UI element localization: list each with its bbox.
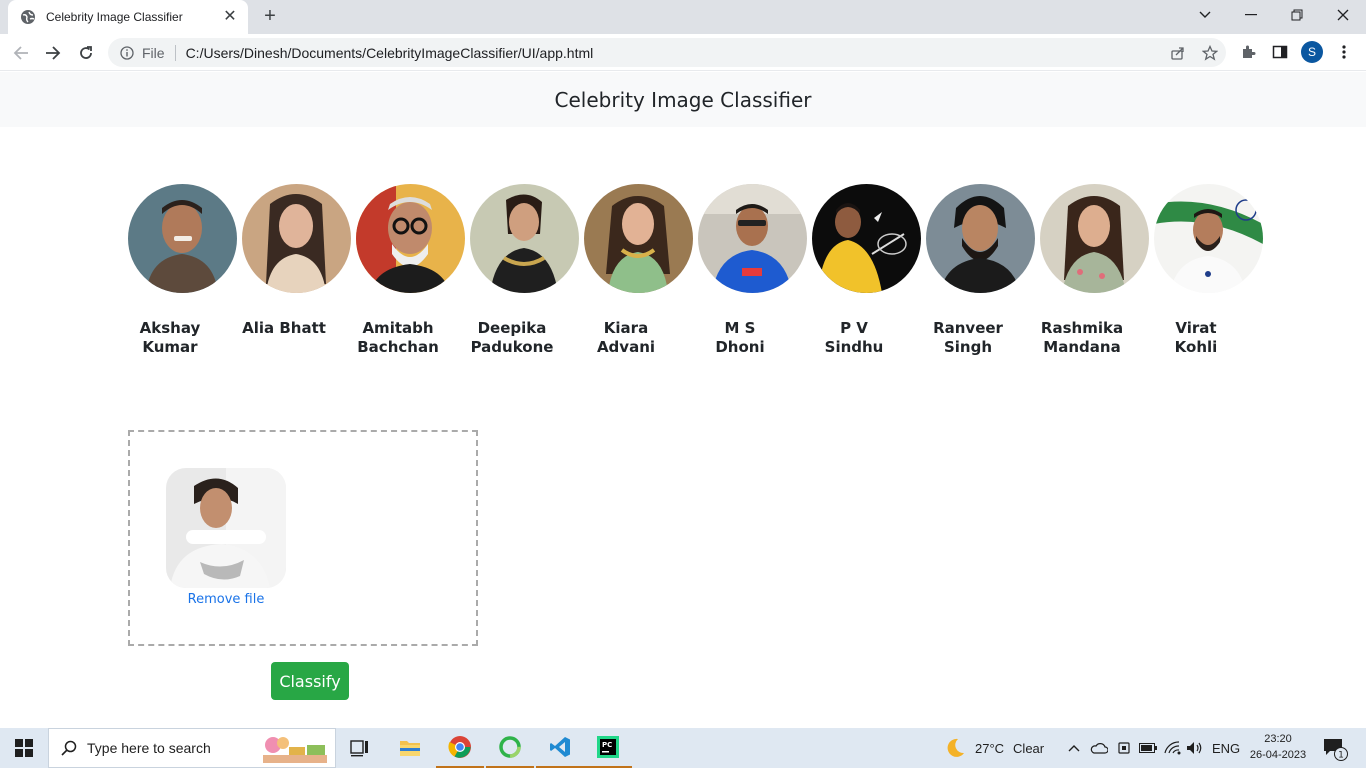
- star-icon[interactable]: [1194, 44, 1226, 61]
- notification-count: 1: [1338, 751, 1344, 761]
- svg-text:PC: PC: [602, 741, 612, 749]
- celebrity-name: Kiara Advani: [596, 319, 656, 356]
- windows-taskbar: Type here to search PC 27°C Clear ENG 23…: [0, 728, 1366, 768]
- taskbar-search-box[interactable]: Type here to search: [48, 728, 336, 768]
- clock-time: 23:20: [1264, 733, 1292, 745]
- celebrity-card: M S Dhoni: [698, 184, 812, 357]
- language-indicator[interactable]: ENG: [1212, 728, 1240, 768]
- moon-icon: [947, 738, 964, 757]
- web-page: Celebrity Image Classifier Akshay Kumar …: [0, 72, 1366, 728]
- celebrity-photo: [128, 184, 237, 293]
- back-arrow-icon[interactable]: [8, 40, 34, 66]
- celebrity-card: Alia Bhatt: [242, 184, 356, 357]
- profile-avatar[interactable]: S: [1301, 41, 1323, 63]
- tray-chevron-up-icon[interactable]: [1068, 728, 1080, 768]
- celebrity-name: P V Sindhu: [824, 319, 884, 356]
- volume-icon[interactable]: [1186, 728, 1204, 768]
- battery-icon[interactable]: [1139, 728, 1157, 768]
- tab-search-chevron-icon[interactable]: [1182, 0, 1228, 30]
- celebrity-photo: [242, 184, 351, 293]
- tab-title: Celebrity Image Classifier: [46, 10, 183, 24]
- app-ring-icon[interactable]: [486, 728, 534, 768]
- celebrity-name: Amitabh Bachchan: [357, 319, 439, 356]
- search-highlight-image: [263, 737, 327, 763]
- system-clock[interactable]: 23:20 26-04-2023: [1248, 731, 1308, 763]
- celebrity-card: P V Sindhu: [812, 184, 926, 357]
- celebrity-gallery: Akshay Kumar Alia Bhatt Amitabh Bachchan…: [128, 184, 1268, 357]
- extensions-icon[interactable]: [1238, 42, 1258, 62]
- forward-arrow-icon[interactable]: [40, 40, 66, 66]
- new-tab-button[interactable]: +: [258, 5, 282, 29]
- chrome-icon[interactable]: [436, 728, 484, 768]
- browser-tab-strip: Celebrity Image Classifier ✕ +: [0, 0, 1366, 34]
- weather-temp: 27°C: [975, 740, 1005, 756]
- celebrity-photo: [470, 184, 579, 293]
- more-menu-icon[interactable]: [1334, 42, 1354, 62]
- address-bar[interactable]: File C:/Users/Dinesh/Documents/Celebrity…: [108, 38, 1226, 67]
- celebrity-photo: [698, 184, 807, 293]
- search-icon: [61, 740, 77, 756]
- scheme-label: File: [142, 44, 165, 61]
- restore-icon[interactable]: [1274, 0, 1320, 30]
- uploaded-image-preview: [166, 468, 286, 588]
- remove-file-link[interactable]: Remove file: [166, 592, 286, 607]
- celebrity-card: Rashmika Mandana: [1040, 184, 1154, 357]
- share-icon[interactable]: [1162, 45, 1194, 61]
- celebrity-name: Rashmika Mandana: [1040, 319, 1124, 356]
- info-icon[interactable]: [120, 45, 134, 60]
- notification-center-icon[interactable]: 1: [1322, 728, 1348, 768]
- celebrity-name: Virat Kohli: [1174, 319, 1218, 356]
- file-explorer-icon[interactable]: [386, 728, 434, 768]
- onedrive-cloud-icon[interactable]: [1090, 728, 1108, 768]
- weather-widget[interactable]: 27°C Clear: [944, 728, 1044, 768]
- celebrity-photo: [812, 184, 921, 293]
- celebrity-photo: [584, 184, 693, 293]
- tab-close-icon[interactable]: ✕: [222, 9, 238, 25]
- side-panel-icon[interactable]: [1270, 42, 1290, 62]
- url-text[interactable]: C:/Users/Dinesh/Documents/CelebrityImage…: [186, 45, 1162, 61]
- search-placeholder: Type here to search: [87, 740, 211, 756]
- celebrity-photo: [1154, 184, 1263, 293]
- close-window-icon[interactable]: [1320, 0, 1366, 30]
- globe-icon: [21, 10, 35, 24]
- celebrity-name: Deepika Padukone: [470, 319, 554, 356]
- celebrity-card: Deepika Padukone: [470, 184, 584, 357]
- celebrity-photo: [926, 184, 1035, 293]
- celebrity-card: Ranveer Singh: [926, 184, 1040, 357]
- celebrity-name: Akshay Kumar: [139, 319, 201, 356]
- file-dropzone[interactable]: Remove file: [128, 430, 478, 646]
- browser-tab[interactable]: Celebrity Image Classifier ✕: [8, 0, 248, 34]
- meet-now-icon[interactable]: [1116, 728, 1132, 768]
- celebrity-name: Alia Bhatt: [242, 319, 326, 337]
- page-navbar: Celebrity Image Classifier: [0, 72, 1366, 127]
- reload-icon[interactable]: [73, 40, 99, 66]
- windows-start-icon[interactable]: [0, 728, 48, 768]
- vscode-icon[interactable]: [536, 728, 584, 768]
- celebrity-card: Amitabh Bachchan: [356, 184, 470, 357]
- celebrity-photo: [356, 184, 465, 293]
- classify-button[interactable]: Classify: [271, 662, 349, 700]
- celebrity-card: Kiara Advani: [584, 184, 698, 357]
- pycharm-icon[interactable]: PC: [584, 728, 632, 768]
- page-title: Celebrity Image Classifier: [554, 87, 812, 112]
- task-view-icon[interactable]: [336, 728, 384, 768]
- clock-date: 26-04-2023: [1249, 749, 1307, 761]
- celebrity-name: Ranveer Singh: [933, 319, 1003, 356]
- celebrity-card: Akshay Kumar: [128, 184, 242, 357]
- wifi-icon[interactable]: [1164, 728, 1182, 768]
- address-divider: [174, 44, 176, 61]
- browser-toolbar: File C:/Users/Dinesh/Documents/Celebrity…: [0, 34, 1366, 71]
- celebrity-photo: [1040, 184, 1149, 293]
- celebrity-name: M S Dhoni: [715, 319, 765, 356]
- minimize-icon[interactable]: [1228, 0, 1274, 30]
- weather-desc: Clear: [1013, 740, 1045, 756]
- celebrity-card: Virat Kohli: [1154, 184, 1268, 357]
